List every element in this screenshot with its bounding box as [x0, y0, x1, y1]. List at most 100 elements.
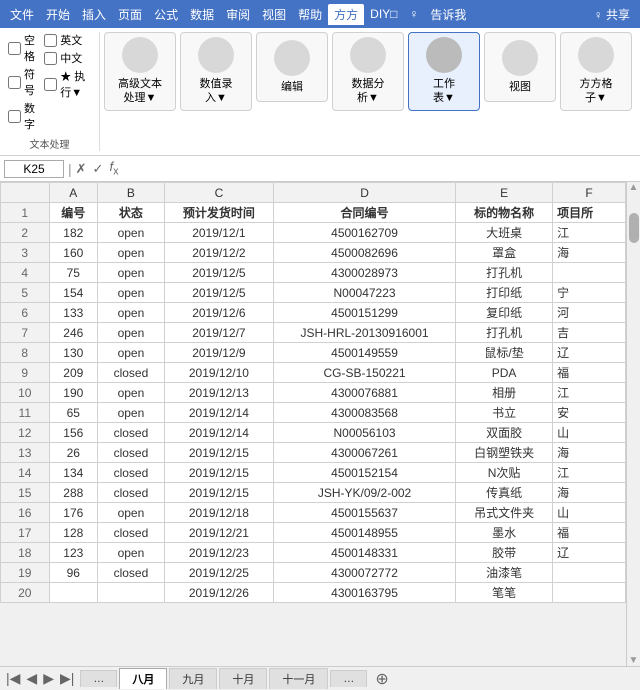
btn-data-analysis[interactable]: 数据分析▼ — [332, 32, 404, 111]
col-header-a[interactable]: A — [49, 183, 98, 203]
cell-a2[interactable]: 182 — [49, 223, 98, 243]
cell-f10[interactable]: 江 — [553, 383, 626, 403]
cell-c2[interactable]: 2019/12/1 — [164, 223, 273, 243]
cell-f3[interactable]: 海 — [553, 243, 626, 263]
btn-data-entry[interactable]: 数值录入▼ — [180, 32, 252, 111]
cell-b18[interactable]: open — [98, 543, 165, 563]
cell-c18[interactable]: 2019/12/23 — [164, 543, 273, 563]
cell-d16[interactable]: 4500155637 — [274, 503, 456, 523]
cell-c4[interactable]: 2019/12/5 — [164, 263, 273, 283]
cell-a5[interactable]: 154 — [49, 283, 98, 303]
cell-a14[interactable]: 134 — [49, 463, 98, 483]
cell-c5[interactable]: 2019/12/5 — [164, 283, 273, 303]
menu-page[interactable]: 页面 — [112, 4, 148, 25]
btn-view[interactable]: 视图 — [484, 32, 556, 102]
tab-nav-next[interactable]: ▶ — [41, 670, 56, 687]
scroll-thumb[interactable] — [629, 213, 639, 243]
chk-english-input[interactable] — [44, 34, 57, 47]
col-header-f[interactable]: F — [553, 183, 626, 203]
cell-c15[interactable]: 2019/12/15 — [164, 483, 273, 503]
cell-b4[interactable]: open — [98, 263, 165, 283]
cell-a4[interactable]: 75 — [49, 263, 98, 283]
cell-f9[interactable]: 福 — [553, 363, 626, 383]
cell-reference[interactable] — [4, 160, 64, 178]
cell-d5[interactable]: N00047223 — [274, 283, 456, 303]
cell-b20[interactable] — [98, 583, 165, 603]
cell-d1[interactable]: 合同编号 — [274, 203, 456, 223]
cell-f13[interactable]: 海 — [553, 443, 626, 463]
cell-b9[interactable]: closed — [98, 363, 165, 383]
cell-b14[interactable]: closed — [98, 463, 165, 483]
cell-d3[interactable]: 4500082696 — [274, 243, 456, 263]
cell-e3[interactable]: 罩盒 — [456, 243, 553, 263]
cancel-icon[interactable]: ✗ — [76, 161, 87, 177]
cell-d13[interactable]: 4300067261 — [274, 443, 456, 463]
cell-e17[interactable]: 墨水 — [456, 523, 553, 543]
menu-insert[interactable]: 插入 — [76, 4, 112, 25]
cell-f6[interactable]: 河 — [553, 303, 626, 323]
menu-home[interactable]: 开始 — [40, 4, 76, 25]
cell-c13[interactable]: 2019/12/15 — [164, 443, 273, 463]
cell-a8[interactable]: 130 — [49, 343, 98, 363]
sheet-tab-ellipsis-left[interactable]: … — [80, 670, 117, 687]
cell-b8[interactable]: open — [98, 343, 165, 363]
cell-e18[interactable]: 胶带 — [456, 543, 553, 563]
scroll-down[interactable]: ▼ — [629, 655, 639, 666]
cell-f7[interactable]: 吉 — [553, 323, 626, 343]
btn-ffgz[interactable]: 方方格子▼ — [560, 32, 632, 111]
sheet-tab-october[interactable]: 十月 — [219, 668, 267, 689]
chk-execute[interactable]: ★ 执行▼ — [44, 68, 91, 100]
menu-icon1[interactable]: ♀ — [403, 5, 424, 23]
sheet-tab-november[interactable]: 十一月 — [269, 668, 328, 689]
cell-d15[interactable]: JSH-YK/09/2-002 — [274, 483, 456, 503]
cell-e10[interactable]: 相册 — [456, 383, 553, 403]
cell-e9[interactable]: PDA — [456, 363, 553, 383]
function-icon[interactable]: fx — [109, 159, 118, 178]
cell-d18[interactable]: 4500148331 — [274, 543, 456, 563]
cell-f20[interactable] — [553, 583, 626, 603]
menu-formula[interactable]: 公式 — [148, 4, 184, 25]
cell-f11[interactable]: 安 — [553, 403, 626, 423]
cell-a6[interactable]: 133 — [49, 303, 98, 323]
cell-a7[interactable]: 246 — [49, 323, 98, 343]
col-header-c[interactable]: C — [164, 183, 273, 203]
cell-f1[interactable]: 项目所 — [553, 203, 626, 223]
cell-a16[interactable]: 176 — [49, 503, 98, 523]
cell-a10[interactable]: 190 — [49, 383, 98, 403]
cell-e1[interactable]: 标的物名称 — [456, 203, 553, 223]
cell-e8[interactable]: 鼠标/垫 — [456, 343, 553, 363]
cell-b5[interactable]: open — [98, 283, 165, 303]
cell-f8[interactable]: 辽 — [553, 343, 626, 363]
cell-e4[interactable]: 打孔机 — [456, 263, 553, 283]
menu-diy[interactable]: DIY□ — [364, 5, 403, 23]
cell-e2[interactable]: 大班桌 — [456, 223, 553, 243]
cell-c1[interactable]: 预计发货时间 — [164, 203, 273, 223]
cell-c6[interactable]: 2019/12/6 — [164, 303, 273, 323]
cell-a17[interactable]: 128 — [49, 523, 98, 543]
cell-c11[interactable]: 2019/12/14 — [164, 403, 273, 423]
chk-number-input[interactable] — [8, 110, 21, 123]
cell-d12[interactable]: N00056103 — [274, 423, 456, 443]
chk-english[interactable]: 英文 — [44, 32, 91, 48]
btn-worksheet[interactable]: 工作表▼ — [408, 32, 480, 111]
cell-e6[interactable]: 复印纸 — [456, 303, 553, 323]
cell-e20[interactable]: 笔笔 — [456, 583, 553, 603]
vertical-scrollbar[interactable]: ▲ ▼ — [626, 182, 640, 666]
chk-chinese[interactable]: 中文 — [44, 50, 91, 66]
formula-input[interactable] — [127, 162, 637, 176]
cell-d8[interactable]: 4500149559 — [274, 343, 456, 363]
cell-d2[interactable]: 4500162709 — [274, 223, 456, 243]
cell-f18[interactable]: 辽 — [553, 543, 626, 563]
menu-view[interactable]: 视图 — [256, 4, 292, 25]
menu-fangfang[interactable]: 方方 — [328, 4, 364, 25]
cell-f5[interactable]: 宁 — [553, 283, 626, 303]
cell-a20[interactable] — [49, 583, 98, 603]
cell-f16[interactable]: 山 — [553, 503, 626, 523]
cell-e19[interactable]: 油漆笔 — [456, 563, 553, 583]
cell-d20[interactable]: 4300163795 — [274, 583, 456, 603]
scroll-up[interactable]: ▲ — [629, 182, 639, 193]
chk-symbol-input[interactable] — [8, 76, 21, 89]
cell-d14[interactable]: 4500152154 — [274, 463, 456, 483]
cell-b7[interactable]: open — [98, 323, 165, 343]
menu-tellme[interactable]: 告诉我 — [424, 4, 472, 25]
